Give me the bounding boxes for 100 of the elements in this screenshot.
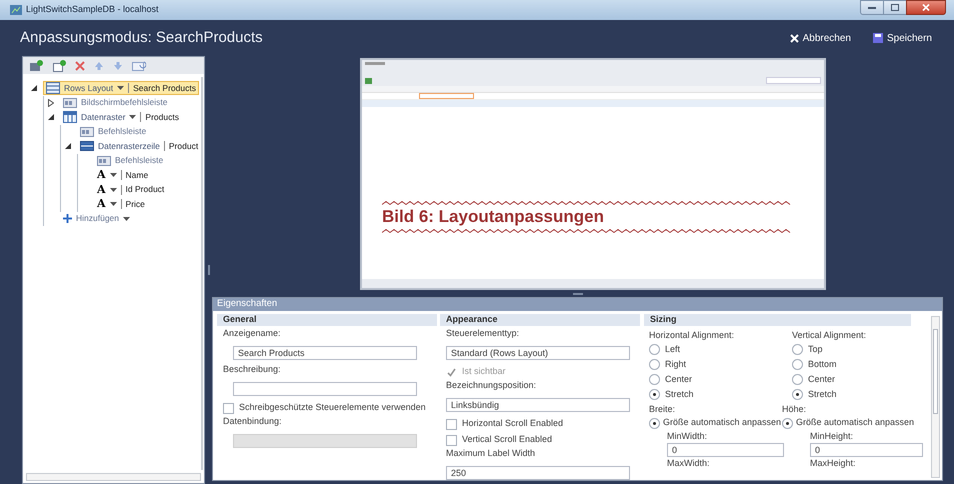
radio-label: Center: [808, 372, 835, 386]
tree-item[interactable]: Bildschirmbefehlsleiste: [60, 96, 170, 110]
radio-button[interactable]: [649, 389, 660, 400]
field-label: Horizontal Alignment:: [649, 329, 736, 342]
tree-item[interactable]: Befehlsleiste: [94, 154, 166, 168]
tree-item-value: Products: [145, 110, 179, 124]
radio-label: Größe automatisch anpassen: [796, 416, 914, 430]
add-screen-icon[interactable]: [29, 60, 43, 72]
close-button[interactable]: [906, 0, 946, 15]
checkbox-label: Ist sichtbar: [462, 365, 506, 378]
checkbox-label: Vertical Scroll Enabled: [462, 433, 552, 446]
section-title: Appearance: [446, 313, 498, 326]
checkbox[interactable]: [446, 434, 457, 446]
text-field[interactable]: 0: [810, 443, 923, 457]
tree-item[interactable]: Datenrasterzeile Product: [77, 139, 202, 154]
tree-item[interactable]: Hinzufügen: [60, 212, 134, 226]
tree-item-label: Rows Layout: [64, 82, 114, 95]
field-label: Steuerelementtyp:: [446, 328, 520, 339]
tree-item-label: Befehlsleiste: [98, 125, 146, 138]
radio-button[interactable]: [649, 374, 660, 385]
radio-button[interactable]: [649, 344, 660, 355]
tree-item-label: Bildschirmbefehlsleiste: [81, 96, 168, 110]
window-title: LightSwitchSampleDB - localhost: [26, 3, 159, 16]
radio-button[interactable]: [792, 359, 803, 370]
field-label: Beschreibung:: [223, 364, 282, 375]
radio-button[interactable]: [792, 389, 803, 400]
expanded-icon[interactable]: [48, 114, 54, 120]
cancel-button[interactable]: Abbrechen: [790, 30, 851, 46]
field-label: Vertical Alignment:: [792, 329, 868, 342]
close-icon: [922, 4, 930, 11]
caret-icon[interactable]: [129, 115, 136, 120]
section-title: General: [223, 313, 257, 326]
field-label: MinWidth:: [667, 431, 708, 442]
field-label: MaxHeight:: [810, 458, 857, 469]
layout-icon: [46, 82, 60, 94]
radio-button[interactable]: [649, 418, 660, 428]
grid-row-icon: [80, 141, 94, 152]
horizontal-scrollbar[interactable]: [26, 473, 201, 481]
text-field[interactable]: Standard (Rows Layout): [446, 346, 630, 360]
vertical-scrollbar[interactable]: [201, 77, 204, 470]
tree-item[interactable]: Befehlsleiste: [77, 124, 150, 139]
maximize-button[interactable]: [884, 0, 906, 15]
radio-label: Stretch: [665, 388, 694, 401]
command-bar-icon: [97, 156, 111, 166]
section-title: Sizing: [650, 313, 676, 326]
field-label: Anzeigename:: [223, 328, 282, 339]
tree-item-label: Befehlsleiste: [115, 154, 164, 168]
text-field[interactable]: 250: [446, 466, 630, 480]
app-icon: [10, 5, 22, 15]
save-icon: [872, 33, 883, 43]
page-title: Anpassungsmodus: SearchProducts: [20, 28, 263, 48]
radio-button[interactable]: [792, 344, 803, 355]
close-icon: [790, 34, 799, 42]
text-field[interactable]: Search Products: [233, 346, 417, 360]
vertical-scrollbar[interactable]: [931, 316, 940, 478]
text-field[interactable]: [233, 382, 417, 396]
collapsed-icon[interactable]: [48, 98, 54, 107]
command-bar-icon: [63, 98, 77, 108]
caret-icon[interactable]: [123, 216, 130, 221]
radio-button[interactable]: [649, 359, 660, 370]
caret-icon[interactable]: [117, 86, 124, 90]
save-button[interactable]: Speichern: [872, 30, 932, 46]
radio-button[interactable]: [782, 418, 793, 428]
field-label: Datenbindung:: [223, 416, 283, 427]
undo-icon[interactable]: [132, 60, 146, 71]
caret-icon[interactable]: [110, 202, 117, 206]
tree-item[interactable]: A Id Product: [94, 182, 168, 197]
checkbox-label: Schreibgeschützte Steuerelemente verwenden: [239, 401, 426, 414]
field-label: Maximum Label Width: [446, 448, 536, 459]
text-field[interactable]: Linksbündig: [446, 398, 630, 412]
expanded-icon[interactable]: [31, 85, 37, 92]
field-label: MaxWidth:: [667, 458, 711, 469]
text-type-glyph: A: [97, 196, 106, 212]
tree-item[interactable]: Rows Layout Search Products: [43, 81, 199, 96]
field-label: Höhe:: [782, 403, 808, 416]
field-label: Bezeichnungsposition:: [446, 380, 538, 391]
text-field[interactable]: 0: [667, 443, 784, 457]
text-type-glyph: A: [97, 182, 106, 198]
tree-item-value: Search Products: [133, 82, 196, 95]
minimize-button[interactable]: [860, 0, 884, 15]
delete-icon[interactable]: [75, 60, 85, 70]
tree-item-value: Product: [168, 140, 198, 153]
tree-item-label: Datenrasterzeile: [98, 140, 160, 153]
caret-icon[interactable]: [110, 188, 117, 192]
checkbox[interactable]: [223, 402, 234, 414]
tree-item[interactable]: A Price: [94, 197, 148, 212]
tree-item-label: Datenraster: [81, 110, 126, 124]
radio-label: Left: [665, 342, 680, 356]
add-item-icon[interactable]: [52, 60, 66, 72]
radio-button[interactable]: [792, 374, 803, 385]
expanded-icon[interactable]: [65, 143, 71, 150]
radio-label: Größe automatisch anpassen: [663, 416, 782, 430]
caret-icon[interactable]: [110, 173, 117, 178]
grid-icon: [63, 111, 77, 124]
tree-item[interactable]: A Name: [94, 168, 152, 182]
tree-item-label: Hinzufügen: [76, 212, 120, 226]
tree-item-value: Id Product: [126, 183, 164, 196]
radio-label: Center: [665, 372, 692, 386]
checkbox[interactable]: [446, 418, 457, 430]
tree-item[interactable]: Datenraster Products: [60, 110, 182, 124]
